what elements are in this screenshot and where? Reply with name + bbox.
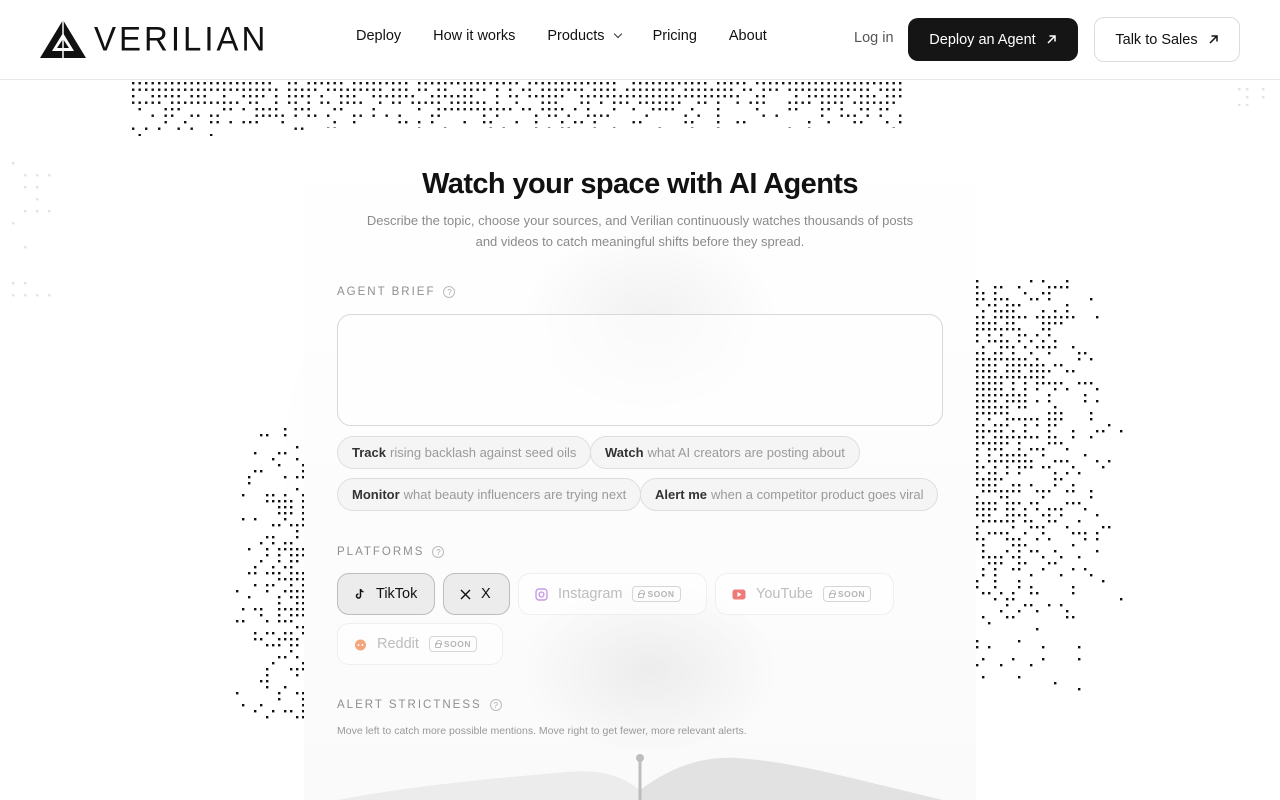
platform-label: Reddit [377,636,419,652]
youtube-icon [732,589,746,599]
platform-youtube[interactable]: YouTube SOON [715,573,894,615]
slider-thumb [636,754,644,762]
platforms-label: PLATFORMS ? [337,546,445,558]
alert-strictness-hint: Move left to catch more possible mention… [337,725,747,737]
agent-brief-label-text: AGENT BRIEF [337,286,436,298]
nav-link-how-it-works[interactable]: How it works [433,28,515,44]
platform-label: X [481,586,491,602]
suggestion-chip-alert[interactable]: Alert me when a competitor product goes v… [640,478,939,511]
nav-link-pricing[interactable]: Pricing [653,28,697,44]
suggestion-verb: Watch [605,445,644,460]
reddit-icon [355,639,366,650]
nav-link-products-label: Products [547,28,605,44]
subtitle-line-1: Describe the topic, choose your sources,… [366,213,914,228]
deploy-agent-button-label: Deploy an Agent [929,31,1036,48]
subtitle-line-2: and videos to catch meaningful shifts be… [475,234,805,249]
arrow-up-right-icon [1047,35,1056,44]
instagram-icon [535,587,548,601]
lock-icon [828,589,836,598]
soon-badge-text: SOON [443,639,471,649]
nav-link-about[interactable]: About [729,28,767,44]
suggestion-verb: Track [352,445,386,460]
talk-to-sales-button[interactable]: Talk to Sales [1094,17,1240,62]
platform-tiktok[interactable]: TikTok [337,573,435,615]
agent-brief-label: AGENT BRIEF ? [337,286,456,298]
deploy-agent-button[interactable]: Deploy an Agent [908,18,1078,61]
platform-reddit[interactable]: Reddit SOON [337,623,503,665]
page-subtitle: Describe the topic, choose your sources,… [360,210,920,252]
alert-strictness-label: ALERT STRICTNESS ? [337,699,502,711]
help-icon[interactable]: ? [432,546,445,558]
soon-badge: SOON [822,586,872,602]
soon-badge: SOON [428,636,477,652]
tiktok-icon [355,588,364,599]
platform-label: YouTube [756,586,813,602]
platform-x[interactable]: X [443,573,510,615]
suggestion-chip-watch[interactable]: Watch what AI creators are posting about [590,436,860,469]
lock-icon [638,589,646,598]
suggestion-verb: Monitor [352,487,400,502]
lock-icon [434,639,442,648]
platform-label: Instagram [558,586,623,602]
brand-name: VERILIAN [94,19,269,58]
alert-strictness-slider[interactable] [337,750,943,800]
help-icon[interactable]: ? [443,286,456,298]
soon-badge-text: SOON [837,589,866,599]
nav-link-products[interactable]: Products [547,28,622,44]
help-icon[interactable]: ? [489,699,502,711]
soon-badge-text: SOON [647,589,675,599]
page-title: Watch your space with AI Agents [422,168,858,200]
brand-logo[interactable]: VERILIAN [40,19,269,58]
card-content: Watch your space with AI Agents Describe… [0,0,1280,800]
distribution-curve-right [640,757,943,800]
chevron-down-icon [613,29,622,39]
suggestion-text: when a competitor product goes viral [711,487,924,502]
alert-strictness-label-text: ALERT STRICTNESS [337,699,482,711]
nav-link-deploy[interactable]: Deploy [356,28,401,44]
platform-instagram[interactable]: Instagram SOON [518,573,707,615]
distribution-curve-left [337,771,640,800]
logo-mark-icon [40,20,86,58]
suggestion-text: what beauty influencers are trying next [403,487,627,502]
suggestion-text: what AI creators are posting about [647,445,845,460]
suggestion-verb: Alert me [655,487,708,502]
arrow-up-right-icon [1209,35,1218,44]
suggestion-chip-monitor[interactable]: Monitor what beauty influencers are tryin… [337,478,642,511]
nav-links: Deploy How it works Products Pricing Abo… [356,28,767,44]
soon-badge: SOON [632,586,681,602]
login-link[interactable]: Log in [854,30,894,46]
suggestion-text: rising backlash against seed oils [389,445,577,460]
platform-label: TikTok [376,586,418,602]
x-icon [460,589,471,599]
top-navigation: VERILIAN Deploy How it works Products Pr… [0,0,1280,80]
platforms-label-text: PLATFORMS [337,546,425,558]
talk-to-sales-button-label: Talk to Sales [1115,31,1198,48]
agent-brief-input[interactable] [337,314,943,426]
suggestion-chip-track[interactable]: Track rising backlash against seed oils [337,436,592,469]
